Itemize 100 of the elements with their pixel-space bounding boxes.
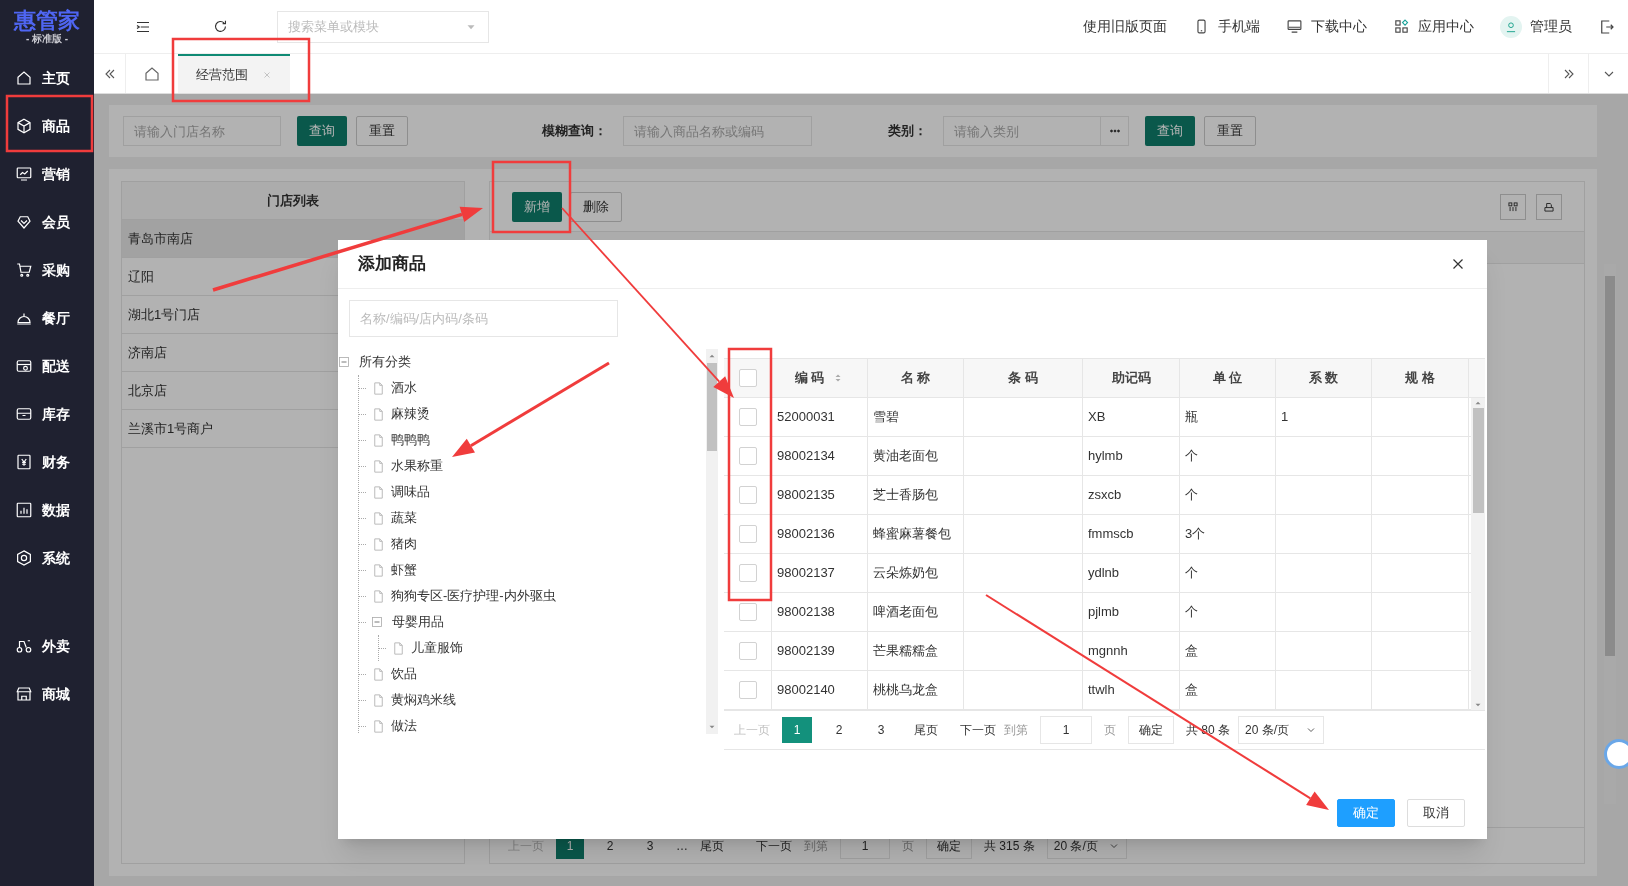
tree-item[interactable]: 调味品 [391,482,430,502]
field-label: 类别： [888,122,927,141]
table-cell-text: 98002140 [777,681,835,700]
pagination-last[interactable]: 尾页 [700,836,724,855]
sidebar-item[interactable]: 商城 [0,670,94,718]
column-header[interactable]: 编 码 [772,359,868,397]
table-cell-text: 98002136 [777,525,835,544]
sidebar-item[interactable]: 系统 [0,534,94,582]
column-header[interactable]: 助记码 [1083,359,1180,397]
page-number[interactable]: 1 [782,717,812,743]
sidebar-item[interactable]: 财务 [0,438,94,486]
column-header[interactable]: 系 数 [1276,359,1372,397]
page-label: 页 [902,837,914,855]
total-count: 共 315 条 [984,837,1035,855]
sidebar-item[interactable]: 配送 [0,342,94,390]
page-input[interactable]: 1 [1040,716,1092,744]
pagination-last[interactable]: 尾页 [914,721,938,739]
table-cell-text: zsxcb [1088,486,1122,505]
table-cell-text: 98002137 [777,564,835,583]
search-field[interactable]: 名称/编码/店内码/条码 [349,300,618,337]
table-cell-text: fmmscb [1088,525,1134,544]
field-label: 模糊查询： [542,122,607,141]
sidebar-item[interactable]: 数据 [0,486,94,534]
table-cell-text: ttwlh [1088,681,1115,700]
table-cell-text: 雪碧 [873,408,899,427]
reset-button[interactable]: 重置 [356,116,408,146]
table-cell-text: 个 [1185,564,1198,583]
page-number[interactable]: 3 [866,717,896,743]
old-page-link[interactable]: 使用旧版页面 [1083,16,1167,37]
tree-item[interactable]: 鸭鸭鸭 [391,430,430,450]
header-link[interactable]: 手机端 [1193,16,1260,37]
tree-item[interactable]: 饮品 [391,664,417,684]
table-cell-text: XB [1088,408,1106,427]
confirm-button[interactable]: 确定 [1128,716,1174,744]
logo-text: 惠管家 [14,9,80,33]
reset-button[interactable]: 重置 [1204,116,1256,146]
column-header[interactable]: 名 称 [868,359,964,397]
table-cell-text: ydlnb [1088,564,1120,583]
table-cell-text: 1 [1281,408,1289,427]
table-cell-text: 个 [1185,447,1198,466]
table-cell-text: 98002135 [777,486,835,505]
page-tab[interactable]: 经营范围 [178,54,290,93]
sidebar-item[interactable]: 主页 [0,54,94,102]
panel-title: 门店列表 [122,182,464,220]
tree-item[interactable]: 母婴用品 [392,612,444,632]
delete-button[interactable]: 删除 [570,191,622,222]
tree-item[interactable]: 蔬菜 [391,508,417,528]
table-cell-text: mgnnh [1088,642,1128,661]
sidebar-item[interactable]: 商品 [0,102,94,150]
table-cell-text: 98002134 [777,447,835,466]
table-cell-text: 桃桃乌龙盒 [873,681,938,700]
table-cell-text: 盒 [1185,681,1198,700]
tree-item[interactable]: 所有分类 [359,352,411,372]
table-cell-text: 芝士香肠包 [873,486,938,505]
table-cell-text: 个 [1185,486,1198,505]
sidebar-item[interactable]: 库存 [0,390,94,438]
table-cell-text: pjlmb [1088,603,1120,622]
goto-label: 到第 [804,837,828,855]
tree-item[interactable]: 狗狗专区-医疗护理-内外驱虫 [391,586,556,606]
user-menu[interactable]: 管理员 [1500,15,1572,38]
table-cell-text: 啤酒老面包 [873,603,938,622]
column-header[interactable]: 单 位 [1180,359,1276,397]
table-cell-text: 98002138 [777,603,835,622]
page-size-select[interactable]: 20 条/页 [1238,716,1324,744]
sidebar-item[interactable]: 会员 [0,198,94,246]
query-button[interactable]: 查询 [297,116,347,146]
table-cell-text: 蜂蜜麻薯餐包 [873,525,951,544]
sidebar-item[interactable]: 营销 [0,150,94,198]
tree-item[interactable]: 猪肉 [391,534,417,554]
sidebar-item[interactable]: 外卖 [0,622,94,670]
tree-item[interactable]: 酒水 [391,378,417,398]
header-link[interactable]: 应用中心 [1393,16,1474,37]
tree-item[interactable]: 黄焖鸡米线 [391,690,456,710]
table-cell-text: 黄油老面包 [873,447,938,466]
edition-label: - 标准版 - [25,33,69,45]
add-button[interactable]: 新增 [512,191,562,222]
column-header[interactable]: 条 码 [964,359,1083,397]
tree-item[interactable]: 儿童服饰 [411,638,463,658]
table-cell-text: 瓶 [1185,408,1198,427]
table-cell-text: hylmb [1088,447,1123,466]
cancel-button[interactable]: 取消 [1407,799,1465,827]
table-cell-text: 芒果糯糯盒 [873,642,938,661]
table-cell-text: 52000031 [777,408,835,427]
table-cell-text: 盒 [1185,642,1198,661]
sidebar-item[interactable]: 采购 [0,246,94,294]
page-number[interactable]: 2 [824,717,854,743]
tree-item[interactable]: 水果称重 [391,456,443,476]
header-link[interactable]: 下载中心 [1286,16,1367,37]
query-button[interactable]: 查询 [1145,116,1195,146]
table-cell-text: 云朵炼奶包 [873,564,938,583]
table-cell-text: 个 [1185,603,1198,622]
table-cell-text: 98002139 [777,642,835,661]
sidebar-item[interactable]: 餐厅 [0,294,94,342]
goto-label: 到第 [1004,722,1028,739]
pagination-next[interactable]: 下一页 [960,721,996,739]
tree-item[interactable]: 虾蟹 [391,560,417,580]
tree-item[interactable]: 做法 [391,716,417,734]
column-header[interactable]: 规 格 [1372,359,1469,397]
pagination-next[interactable]: 下一页 [756,836,792,855]
table-cell-text: 3个 [1185,525,1206,544]
